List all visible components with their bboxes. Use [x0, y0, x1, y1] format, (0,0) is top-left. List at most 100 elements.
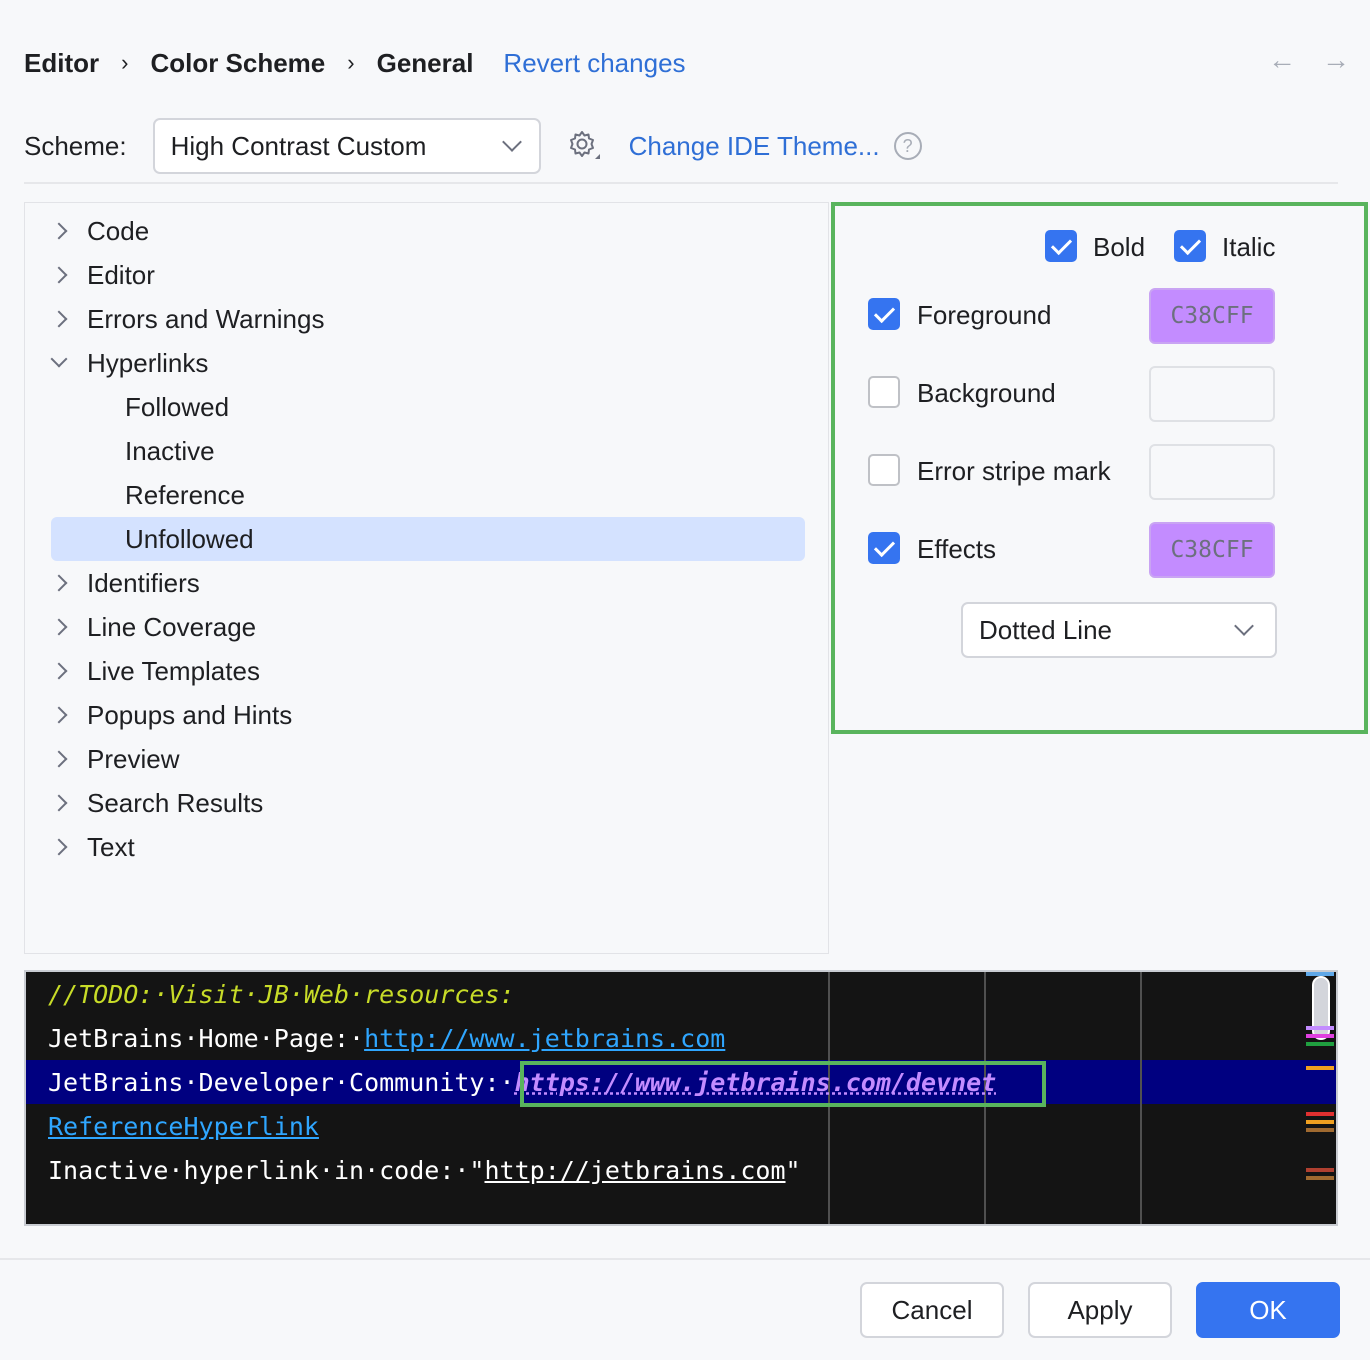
- error-stripe-mark: [1306, 972, 1334, 976]
- tree-item-label: Line Coverage: [87, 611, 257, 642]
- code-text: JetBrains·Home·Page:·: [48, 1023, 365, 1053]
- ok-button[interactable]: OK: [1196, 1282, 1340, 1338]
- error-stripe-mark: [1306, 1034, 1334, 1038]
- hyperlink[interactable]: http://www.jetbrains.com: [364, 1024, 725, 1053]
- tree-item-label: Popups and Hints: [87, 699, 293, 730]
- code-text: JetBrains·Developer·Community:·: [48, 1067, 515, 1097]
- apply-button[interactable]: Apply: [1028, 1282, 1172, 1338]
- tree-item-text[interactable]: Text: [25, 825, 828, 869]
- error-stripe-mark: [1306, 1168, 1334, 1172]
- forward-arrow-icon[interactable]: →: [1322, 44, 1350, 76]
- breadcrumb: Editor › Color Scheme › General Revert c…: [24, 40, 686, 86]
- chevron-right-icon[interactable]: [50, 574, 68, 592]
- error-stripe-mark: [1306, 1120, 1334, 1124]
- error-stripe-mark: [1306, 1066, 1334, 1070]
- gear-icon[interactable]: [567, 129, 601, 163]
- chevron-down-icon[interactable]: [50, 350, 68, 368]
- tree-item-code[interactable]: Code: [25, 209, 828, 253]
- tree-item-identifiers[interactable]: Identifiers: [25, 561, 828, 605]
- chevron-down-icon: [1234, 616, 1254, 636]
- breadcrumb-general: General: [376, 47, 474, 78]
- scheme-select[interactable]: High Contrast Custom: [152, 118, 541, 174]
- tree-item-unfollowed[interactable]: Unfollowed: [25, 517, 828, 561]
- error-stripe-mark: [1306, 1128, 1334, 1132]
- effect-type-value: Dotted Line: [979, 614, 1112, 645]
- nav-arrows: ← →: [1268, 44, 1350, 76]
- background-color-swatch[interactable]: [1149, 366, 1275, 422]
- chevron-right-icon[interactable]: [50, 750, 68, 768]
- error-stripe-mark: [1306, 1112, 1334, 1116]
- tree-item-editor[interactable]: Editor: [25, 253, 828, 297]
- breadcrumb-editor[interactable]: Editor: [24, 48, 99, 79]
- tree-item-label: Errors and Warnings: [87, 303, 325, 334]
- error-stripe-mark: [1306, 1042, 1334, 1046]
- bold-checkbox[interactable]: [1045, 230, 1077, 262]
- tree-item-popups-and-hints[interactable]: Popups and Hints: [25, 693, 828, 737]
- chevron-right-icon[interactable]: [50, 266, 68, 284]
- tree-item-inactive[interactable]: Inactive: [25, 429, 828, 473]
- tree-item-label: Live Templates: [87, 655, 260, 686]
- divider: [0, 1258, 1370, 1260]
- scheme-select-value: High Contrast Custom: [170, 130, 427, 161]
- chevron-right-icon[interactable]: [50, 618, 68, 636]
- bold-label: Bold: [1093, 232, 1146, 262]
- change-ide-theme-link[interactable]: Change IDE Theme...: [629, 131, 880, 162]
- preview-line-inactive: Inactive·hyperlink·in·code:·" http://jetb…: [48, 1148, 801, 1192]
- error-stripe-label: Error stripe mark: [917, 456, 1111, 486]
- tree-item-label: Hyperlinks: [87, 347, 209, 378]
- category-tree: Code Editor Errors and Warnings Hyperlin…: [24, 202, 829, 954]
- tree-item-hyperlinks[interactable]: Hyperlinks: [25, 341, 828, 385]
- breadcrumb-separator: ›: [347, 50, 355, 75]
- chevron-right-icon[interactable]: [50, 662, 68, 680]
- effects-label: Effects: [917, 534, 997, 564]
- tree-item-preview[interactable]: Preview: [25, 737, 828, 781]
- inactive-hyperlink[interactable]: http://jetbrains.com: [485, 1156, 786, 1185]
- italic-checkbox[interactable]: [1174, 230, 1206, 262]
- chevron-right-icon[interactable]: [50, 222, 68, 240]
- scrollbar-thumb[interactable]: [1312, 976, 1330, 1040]
- foreground-color-swatch[interactable]: C38CFF: [1149, 288, 1275, 344]
- tree-item-label: Search Results: [87, 787, 264, 818]
- error-stripe-checkbox[interactable]: [868, 454, 900, 486]
- tree-item-reference[interactable]: Reference: [25, 473, 828, 517]
- background-label: Background: [917, 378, 1056, 408]
- tree-item-followed[interactable]: Followed: [25, 385, 828, 429]
- help-icon[interactable]: ?: [893, 132, 922, 160]
- highlight-box: [520, 1061, 1046, 1107]
- effects-color-swatch[interactable]: C38CFF: [1149, 522, 1275, 578]
- cancel-button[interactable]: Cancel: [860, 1282, 1004, 1338]
- error-stripe-mark: [1306, 1176, 1334, 1180]
- preview-line-todo: //TODO:·Visit·JB·Web·resources:: [48, 979, 515, 1009]
- tree-item-label: Editor: [87, 259, 155, 290]
- back-arrow-icon[interactable]: ←: [1268, 44, 1296, 76]
- code-text: Inactive·hyperlink·in·code:·": [48, 1155, 485, 1185]
- breadcrumb-color-scheme[interactable]: Color Scheme: [150, 48, 325, 79]
- chevron-right-icon[interactable]: [50, 706, 68, 724]
- tree-item-errors-and-warnings[interactable]: Errors and Warnings: [25, 297, 828, 341]
- revert-changes-link[interactable]: Revert changes: [503, 48, 685, 79]
- chevron-down-icon: [501, 132, 522, 152]
- chevron-right-icon[interactable]: [50, 794, 68, 812]
- tree-item-label: Followed: [125, 391, 230, 422]
- error-stripe-mark: [1306, 1026, 1334, 1030]
- breadcrumb-separator: ›: [121, 50, 129, 75]
- foreground-label: Foreground: [917, 300, 1052, 330]
- effects-checkbox[interactable]: [868, 532, 900, 564]
- right-margin-guide: [1140, 972, 1142, 1224]
- foreground-checkbox[interactable]: [868, 298, 900, 330]
- scheme-row: Scheme: High Contrast Custom Change IDE …: [24, 118, 922, 174]
- effect-type-select[interactable]: Dotted Line: [961, 602, 1277, 658]
- error-stripe-color-swatch[interactable]: [1149, 444, 1275, 500]
- preview-line-home-page: JetBrains·Home·Page:· http://www.jetbrain…: [48, 1016, 725, 1060]
- chevron-right-icon[interactable]: [50, 310, 68, 328]
- preview-line-reference[interactable]: ReferenceHyperlink: [48, 1104, 319, 1148]
- background-checkbox[interactable]: [868, 376, 900, 408]
- attributes-panel: Bold Italic Foreground C38CFF Background…: [831, 202, 1368, 734]
- code-preview[interactable]: //TODO:·Visit·JB·Web·resources: JetBrain…: [24, 970, 1338, 1226]
- tree-item-live-templates[interactable]: Live Templates: [25, 649, 828, 693]
- tree-item-line-coverage[interactable]: Line Coverage: [25, 605, 828, 649]
- tree-item-label: Identifiers: [87, 567, 200, 598]
- italic-label: Italic: [1222, 232, 1276, 262]
- tree-item-search-results[interactable]: Search Results: [25, 781, 828, 825]
- chevron-right-icon[interactable]: [50, 838, 68, 856]
